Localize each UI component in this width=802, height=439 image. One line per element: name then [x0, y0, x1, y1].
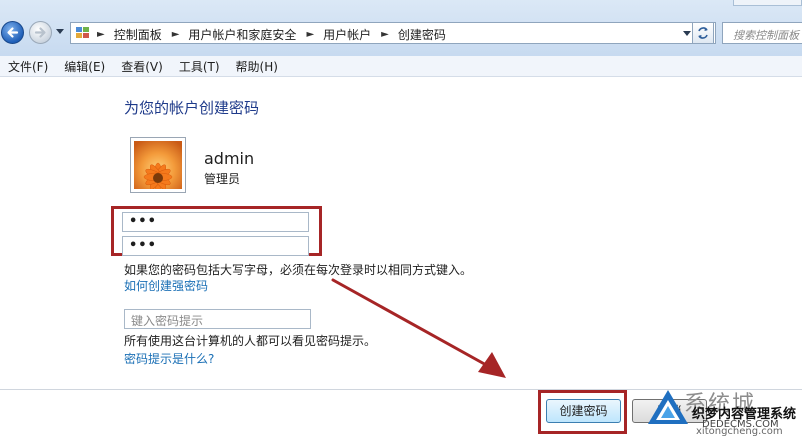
watermark-site: xitongcheng.com — [696, 426, 783, 437]
pointer-arrow-icon — [331, 278, 506, 378]
create-password-button[interactable]: 创建密码 — [546, 399, 621, 423]
